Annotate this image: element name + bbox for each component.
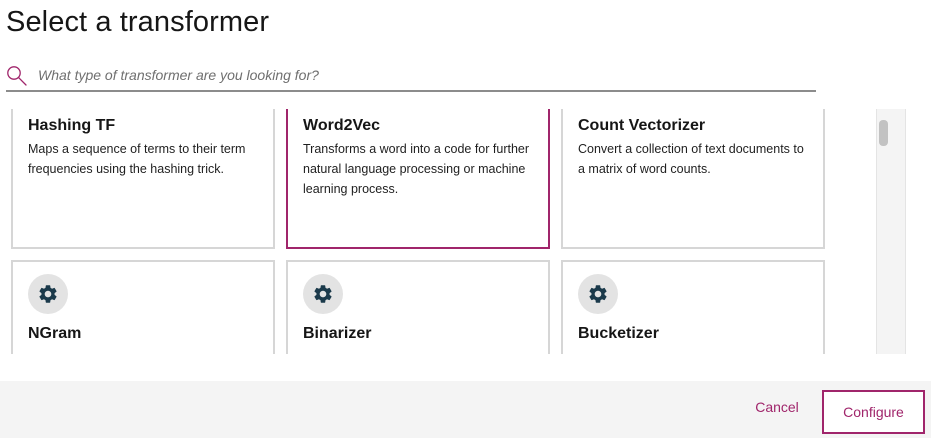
card-icon-badge [28,274,68,314]
card-description: Transforms a word into a code for furthe… [303,142,530,196]
gear-icon [314,285,332,303]
card-title: NGram [28,325,82,342]
card-description: Convert a collection of text documents t… [578,142,804,176]
card-title: Bucketizer [578,325,659,342]
transformer-card-ngram[interactable]: NGram [11,260,275,354]
card-title: Binarizer [303,325,372,342]
transformer-card-bucketizer[interactable]: Bucketizer [561,260,825,354]
gear-icon [39,285,57,303]
card-icon-badge [578,274,618,314]
configure-button[interactable]: Configure [822,390,925,434]
search-icon [7,66,27,86]
card-title: Word2Vec [303,117,381,134]
transformer-card-count-vectorizer[interactable]: Count Vectorizer Convert a collection of… [561,109,825,249]
transformer-card-word2vec[interactable]: Word2Vec Transforms a word into a code f… [286,109,550,249]
card-title: Hashing TF [28,117,116,134]
transformer-card-hashing-tf[interactable]: Hashing TF Maps a sequence of terms to t… [11,109,275,249]
card-icon-badge [303,274,343,314]
gear-icon [589,285,607,303]
cancel-button[interactable]: Cancel [742,381,812,433]
scrollbar-thumb[interactable] [879,120,888,146]
transformer-card-binarizer[interactable]: Binarizer [286,260,550,354]
search-bar[interactable] [6,62,816,92]
transformer-grid: Hashing TF Maps a sequence of terms to t… [0,109,876,354]
card-title: Count Vectorizer [578,117,706,134]
search-input[interactable] [38,62,798,88]
scrollbar-track[interactable] [876,109,906,354]
card-description: Maps a sequence of terms to their term f… [28,142,246,176]
page-title: Select a transformer [6,6,270,38]
